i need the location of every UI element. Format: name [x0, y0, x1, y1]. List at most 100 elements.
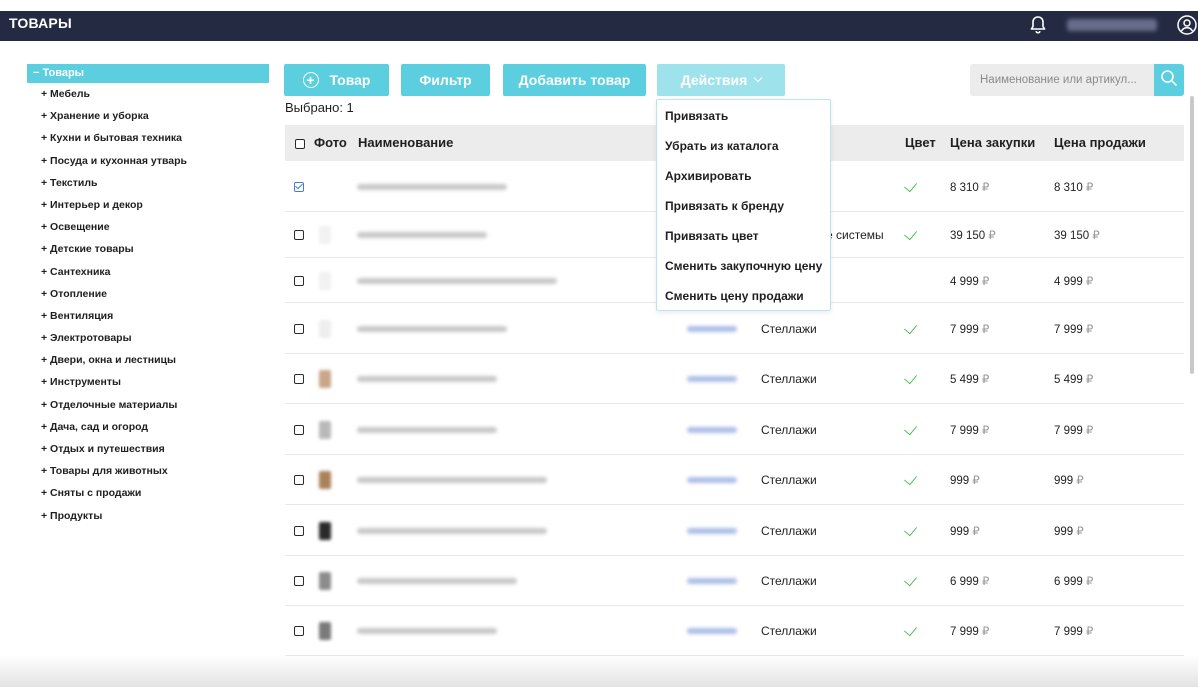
tree-item[interactable]: + Вентиляция: [27, 305, 269, 327]
checkmark-icon: [904, 421, 917, 436]
row-checkbox[interactable]: [294, 425, 304, 435]
currency-symbol: ₽: [981, 576, 990, 588]
row-checkbox[interactable]: [294, 526, 304, 536]
row-checkbox[interactable]: [294, 276, 304, 286]
row-checkbox[interactable]: [294, 374, 304, 384]
product-name[interactable]: [357, 184, 507, 190]
product-name[interactable]: [357, 232, 487, 238]
tree-item[interactable]: + Двери, окна и лестницы: [27, 349, 269, 371]
product-photo[interactable]: [319, 272, 331, 290]
top-bar: ТОВАРЫ: [0, 0, 1198, 42]
product-photo[interactable]: [319, 320, 331, 338]
table-row[interactable]: Стеллажи 7 999 ₽7 999 ₽: [285, 606, 1184, 656]
actions-menu-item[interactable]: Привязать цвет: [657, 221, 830, 251]
select-all-checkbox[interactable]: [295, 139, 305, 149]
bell-icon[interactable]: [1027, 14, 1049, 36]
buy-price: 4 999 ₽: [950, 274, 989, 288]
column-buy-price[interactable]: Цена закупки: [950, 135, 1035, 150]
product-name[interactable]: [357, 376, 497, 382]
tree-item[interactable]: + Инструменты: [27, 371, 269, 393]
actions-menu-item[interactable]: Сменить цену продажи: [657, 281, 830, 311]
product-photo[interactable]: [319, 421, 331, 439]
actions-menu-item[interactable]: Привязать: [657, 101, 830, 131]
column-color[interactable]: Цвет: [905, 135, 936, 150]
column-photo[interactable]: Фото: [314, 135, 347, 150]
filter-button[interactable]: Фильтр: [401, 64, 490, 96]
row-checkbox[interactable]: [294, 230, 304, 240]
actions-button[interactable]: Действия: [657, 64, 785, 96]
tree-item[interactable]: + Отопление: [27, 283, 269, 305]
product-article[interactable]: [687, 628, 737, 634]
actions-menu-item[interactable]: Архивировать: [657, 161, 830, 191]
add-product-button[interactable]: Добавить товар: [503, 64, 646, 96]
actions-menu-item[interactable]: Убрать из каталога: [657, 131, 830, 161]
table-row[interactable]: Стеллажи 5 499 ₽5 499 ₽: [285, 354, 1184, 404]
sell-price-value: 999: [1054, 526, 1074, 538]
product-article[interactable]: [687, 376, 737, 382]
sell-price: 6 999 ₽: [1054, 574, 1093, 588]
product-name[interactable]: [357, 278, 557, 284]
tree-item[interactable]: + Текстиль: [27, 172, 269, 194]
buy-price-value: 6 999: [950, 576, 979, 588]
tree-item[interactable]: + Хранение и уборка: [27, 105, 269, 127]
row-checkbox[interactable]: [294, 182, 304, 192]
tree-item[interactable]: + Товары для животных: [27, 460, 269, 482]
table-row[interactable]: Стеллажи 6 999 ₽6 999 ₽: [285, 556, 1184, 606]
actions-menu-item[interactable]: Сменить закупочную цену: [657, 251, 830, 281]
row-checkbox[interactable]: [294, 626, 304, 636]
tree-item[interactable]: + Кухни и бытовая техника: [27, 127, 269, 149]
tree-item[interactable]: + Продукты: [27, 505, 269, 527]
product-brand: Стеллажи: [761, 524, 817, 538]
add-item-button[interactable]: + Товар: [284, 64, 389, 96]
tree-root-products[interactable]: − Товары: [27, 64, 269, 83]
table-row[interactable]: Стеллажи 999 ₽999 ₽: [285, 455, 1184, 505]
product-photo[interactable]: [319, 622, 331, 640]
column-sell-price[interactable]: Цена продажи: [1054, 135, 1146, 150]
row-checkbox[interactable]: [294, 576, 304, 586]
product-name[interactable]: [357, 528, 547, 534]
column-name[interactable]: Наименование: [358, 135, 453, 150]
row-checkbox[interactable]: [294, 324, 304, 334]
product-photo[interactable]: [319, 178, 331, 196]
product-name[interactable]: [357, 628, 497, 634]
table-row[interactable]: Стеллажи 7 999 ₽7 999 ₽: [285, 404, 1184, 455]
tree-item[interactable]: + Освещение: [27, 216, 269, 238]
scrollbar[interactable]: [1190, 96, 1194, 374]
product-article[interactable]: [687, 578, 737, 584]
tree-item[interactable]: + Сантехника: [27, 261, 269, 283]
product-name[interactable]: [357, 427, 497, 433]
product-photo[interactable]: [319, 226, 331, 244]
tree-item[interactable]: + Детские товары: [27, 238, 269, 260]
product-name[interactable]: [357, 477, 547, 483]
currency-symbol: ₽: [981, 374, 990, 386]
product-article[interactable]: [687, 528, 737, 534]
product-article[interactable]: [687, 477, 737, 483]
add-item-label: Товар: [329, 72, 371, 88]
row-checkbox[interactable]: [294, 475, 304, 485]
product-name[interactable]: [357, 326, 507, 332]
buy-price: 7 999 ₽: [950, 322, 989, 336]
user-name[interactable]: [1067, 19, 1157, 31]
product-article[interactable]: [687, 427, 737, 433]
product-photo[interactable]: [319, 572, 331, 590]
tree-item[interactable]: + Мебель: [27, 83, 269, 105]
currency-symbol: ₽: [988, 230, 996, 242]
tree-item[interactable]: + Электротовары: [27, 327, 269, 349]
product-name[interactable]: [357, 578, 517, 584]
product-photo[interactable]: [319, 522, 331, 540]
search-input[interactable]: [970, 64, 1154, 96]
tree-item[interactable]: + Отделочные материалы: [27, 394, 269, 416]
tree-item[interactable]: + Отдых и путешествия: [27, 438, 269, 460]
tree-item[interactable]: + Посуда и кухонная утварь: [27, 150, 269, 172]
tree-item[interactable]: + Дача, сад и огород: [27, 416, 269, 438]
tree-item[interactable]: + Сняты с продажи: [27, 482, 269, 504]
search-button[interactable]: [1154, 64, 1184, 96]
actions-menu-item[interactable]: Привязать к бренду: [657, 191, 830, 221]
user-icon[interactable]: [1176, 14, 1198, 36]
tree-item[interactable]: + Интерьер и декор: [27, 194, 269, 216]
product-article[interactable]: [687, 326, 737, 332]
product-photo[interactable]: [319, 370, 331, 388]
buy-price: 999 ₽: [950, 524, 980, 538]
table-row[interactable]: Стеллажи 999 ₽999 ₽: [285, 505, 1184, 556]
product-photo[interactable]: [319, 471, 331, 489]
